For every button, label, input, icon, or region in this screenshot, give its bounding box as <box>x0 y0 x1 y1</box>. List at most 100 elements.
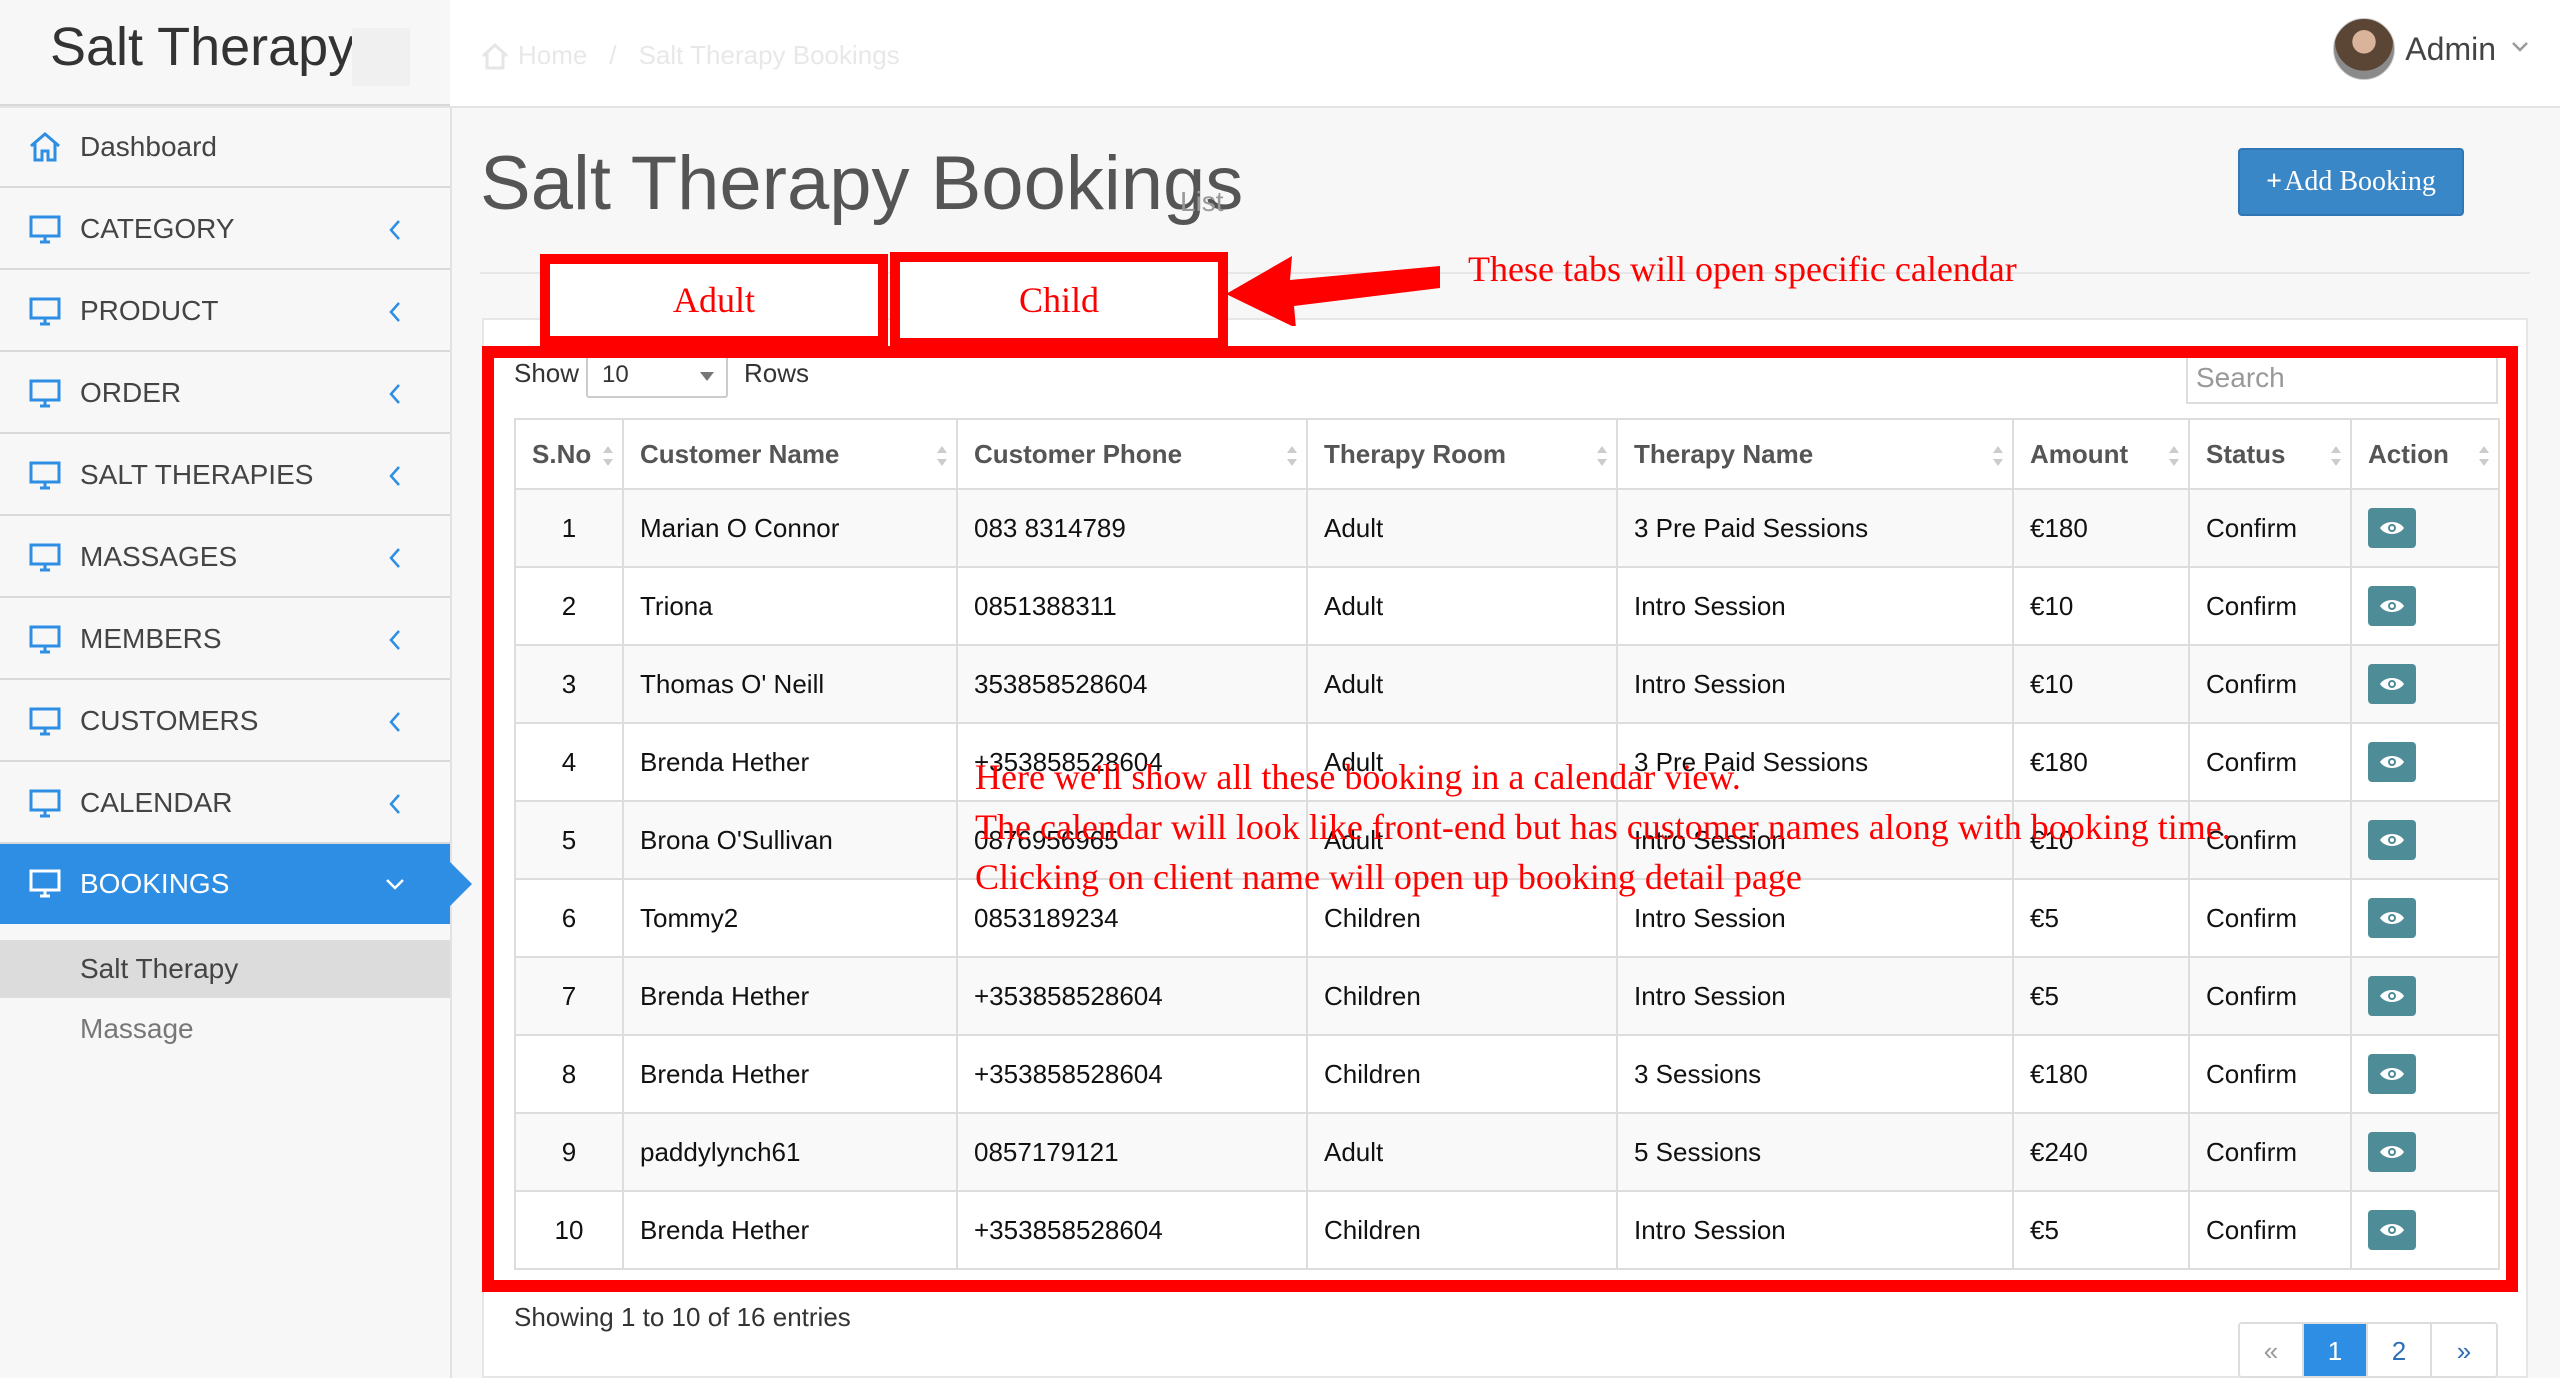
sidebar-item-members[interactable]: MEMBERS <box>0 600 450 680</box>
pagination-page-1[interactable]: 1 <box>2304 1324 2368 1376</box>
column-header-therapy-name[interactable]: Therapy Name <box>1616 418 2014 490</box>
sort-icon <box>2169 446 2179 466</box>
column-label: Status <box>2206 438 2286 469</box>
sidebar-item-order[interactable]: ORDER <box>0 354 450 434</box>
cell-customer-name[interactable]: Marian O Connor <box>622 488 958 568</box>
search-input[interactable] <box>2186 352 2498 404</box>
table-row[interactable]: 8 Brenda Hether +353858528604 Children 3 Ses… <box>514 1034 2500 1114</box>
sidebar-subitem-label: Massage <box>80 1013 194 1044</box>
view-booking-button[interactable] <box>2368 586 2416 626</box>
table-row[interactable]: 3 Thomas O' Neill 353858528604 Adult Intro S… <box>514 644 2500 724</box>
table-row[interactable]: 1 Marian O Connor 083 8314789 Adult 3 Pre Pa… <box>514 488 2500 568</box>
column-header-therapy-room[interactable]: Therapy Room <box>1306 418 1618 490</box>
view-booking-button[interactable] <box>2368 898 2416 938</box>
tab-adult[interactable]: Adult <box>540 254 888 346</box>
cell-customer-name[interactable]: Thomas O' Neill <box>622 644 958 724</box>
breadcrumb-home-link[interactable]: Home <box>518 40 587 71</box>
cell-action <box>2350 956 2500 1036</box>
avatar[interactable] <box>2333 18 2396 80</box>
table-row[interactable]: 10 Brenda Hether +353858528604 Children Intr… <box>514 1190 2500 1270</box>
cell-customer-name[interactable]: Brenda Hether <box>622 722 958 802</box>
cell-therapy-name: 3 Pre Paid Sessions <box>1616 488 2014 568</box>
cell-action <box>2350 1190 2500 1270</box>
user-name[interactable]: Admin <box>2405 31 2496 68</box>
cell-sno: 2 <box>514 566 624 646</box>
table-row[interactable]: 7 Brenda Hether +353858528604 Children Intro… <box>514 956 2500 1036</box>
cell-customer-phone: +353858528604 <box>956 956 1308 1036</box>
user-menu[interactable]: Admin <box>2333 18 2530 80</box>
sidebar-item-category[interactable]: CATEGORY <box>0 190 450 270</box>
rows-per-page-value: 10 <box>602 361 629 388</box>
sidebar-item-label: CALENDAR <box>80 787 233 818</box>
cell-amount: €10 <box>2012 644 2190 724</box>
sidebar-item-label: ORDER <box>80 377 182 408</box>
sidebar-item-label: MASSAGES <box>80 541 238 572</box>
eye-icon <box>2380 1224 2404 1236</box>
cell-amount: €5 <box>2012 956 2190 1036</box>
sidebar-item-salt-therapies[interactable]: SALT THERAPIES <box>0 436 450 516</box>
sidebar-item-dashboard[interactable]: Dashboard <box>0 108 450 188</box>
column-header-action[interactable]: Action <box>2350 418 2500 490</box>
column-header-customer-name[interactable]: Customer Name <box>622 418 958 490</box>
pagination-next[interactable]: » <box>2432 1324 2496 1376</box>
eye-icon <box>2380 990 2404 1002</box>
eye-icon <box>2380 912 2404 924</box>
view-booking-button[interactable] <box>2368 820 2416 860</box>
view-booking-button[interactable] <box>2368 742 2416 782</box>
sidebar-item-customers[interactable]: CUSTOMERS <box>0 682 450 762</box>
column-header-customer-phone[interactable]: Customer Phone <box>956 418 1308 490</box>
sidebar-subitem-salt-therapy[interactable]: Salt Therapy <box>0 940 450 998</box>
eye-icon <box>2380 522 2404 534</box>
cell-action <box>2350 644 2500 724</box>
cell-customer-name[interactable]: Tommy2 <box>622 878 958 958</box>
tab-child[interactable]: Child <box>890 252 1228 348</box>
column-header-amount[interactable]: Amount <box>2012 418 2190 490</box>
view-booking-button[interactable] <box>2368 664 2416 704</box>
pagination-prev[interactable]: « <box>2240 1324 2304 1376</box>
annotation-line-1: Here we'll show all these booking in a c… <box>975 757 1741 797</box>
sidebar-subitem-massage[interactable]: Massage <box>0 1000 450 1058</box>
sidebar-item-calendar[interactable]: CALENDAR <box>0 764 450 844</box>
cell-customer-phone: +353858528604 <box>956 1034 1308 1114</box>
rows-label: Rows <box>744 358 810 388</box>
column-label: Amount <box>2030 438 2129 469</box>
brand-title[interactable]: Salt Therapy <box>50 16 355 78</box>
cell-therapy-name: Intro Session <box>1616 956 2014 1036</box>
column-header-status[interactable]: Status <box>2188 418 2352 490</box>
rows-per-page-select[interactable]: 10 <box>586 352 728 398</box>
menu-toggle-button[interactable] <box>352 28 410 86</box>
eye-icon <box>2380 834 2404 846</box>
cell-therapy-room: Adult <box>1306 566 1618 646</box>
entries-info: Showing 1 to 10 of 16 entries <box>514 1302 851 1332</box>
table-row[interactable]: 9 paddylynch61 0857179121 Adult 5 Sessions €2… <box>514 1112 2500 1192</box>
cell-therapy-room: Adult <box>1306 644 1618 724</box>
table-header-row: S.No Customer Name Customer Phone Therap… <box>514 418 2500 490</box>
table-row[interactable]: 2 Triona 0851388311 Adult Intro Session €10 Co… <box>514 566 2500 646</box>
view-booking-button[interactable] <box>2368 1054 2416 1094</box>
view-booking-button[interactable] <box>2368 1132 2416 1172</box>
cell-therapy-room: Children <box>1306 1190 1618 1270</box>
sidebar-item-product[interactable]: PRODUCT <box>0 272 450 352</box>
cell-customer-name[interactable]: paddylynch61 <box>622 1112 958 1192</box>
view-booking-button[interactable] <box>2368 976 2416 1016</box>
view-booking-button[interactable] <box>2368 508 2416 548</box>
add-booking-button[interactable]: + Add Booking <box>2238 148 2464 216</box>
view-booking-button[interactable] <box>2368 1210 2416 1250</box>
chevron-left-icon <box>383 216 407 244</box>
sort-icon <box>1287 446 1297 466</box>
chevron-down-icon[interactable] <box>2510 40 2530 59</box>
pagination-page-2[interactable]: 2 <box>2368 1324 2432 1376</box>
sidebar-item-bookings[interactable]: BOOKINGS <box>0 844 450 924</box>
cell-customer-name[interactable]: Brenda Hether <box>622 1190 958 1270</box>
cell-customer-name[interactable]: Triona <box>622 566 958 646</box>
column-label: Therapy Room <box>1324 438 1507 469</box>
eye-icon <box>2380 678 2404 690</box>
cell-customer-name[interactable]: Brenda Hether <box>622 1034 958 1114</box>
cell-customer-name[interactable]: Brona O'Sullivan <box>622 800 958 880</box>
cell-customer-name[interactable]: Brenda Hether <box>622 956 958 1036</box>
show-label: Show <box>514 358 580 388</box>
sidebar-item-massages[interactable]: MASSAGES <box>0 518 450 598</box>
annotation-tabs-note: These tabs will open specific calendar <box>1468 249 2017 289</box>
column-header-sno[interactable]: S.No <box>514 418 624 490</box>
chevron-left-icon <box>383 708 407 736</box>
